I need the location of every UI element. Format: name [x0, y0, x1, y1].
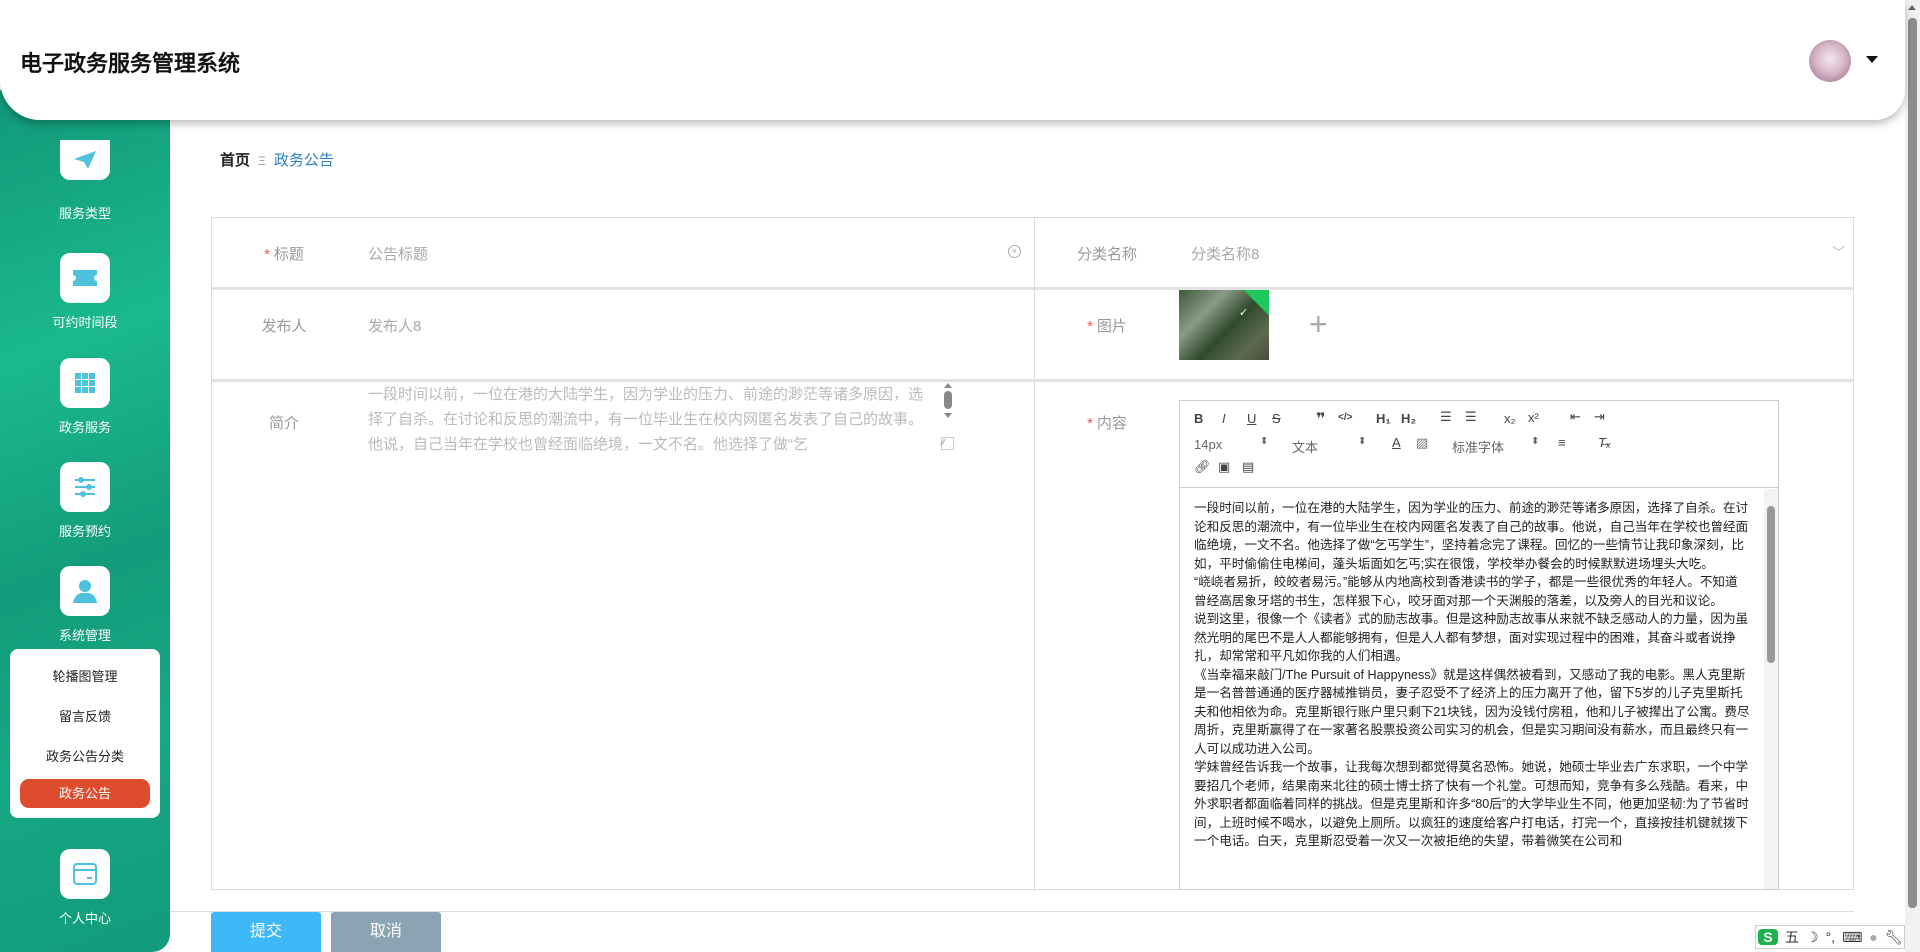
ime-toolbar: S 五 ☽ °, ⌨ ● 🔧︎	[1755, 925, 1905, 949]
ime-mode[interactable]: 五	[1785, 927, 1799, 947]
paragraph: “峣峣者易折，皎皎者易污。”能够从内地高校到香港读书的学子，都是一些很优秀的年轻…	[1194, 575, 1738, 608]
check-icon: ✓	[1239, 307, 1249, 319]
image-icon[interactable]: ▣	[1218, 459, 1230, 475]
wrench-icon[interactable]: 🔧︎	[1885, 929, 1903, 946]
sidebar-item-time-slots[interactable]: 可约时间段	[0, 312, 170, 331]
paper-plane-icon[interactable]	[60, 140, 110, 180]
system-submenu: 轮播图管理 留言反馈 政务公告分类 政务公告	[10, 649, 160, 818]
link-icon[interactable]: 🔗︎	[1194, 459, 1211, 475]
publisher-label: 发布人	[261, 318, 307, 335]
editor-content[interactable]: 一段时间以前，一位在港的大陆学生，因为学业的压力、前途的渺茫等诸多原因，选择了自…	[1180, 489, 1778, 889]
underline-icon[interactable]: U	[1247, 411, 1256, 426]
moon-icon[interactable]: ☽	[1806, 929, 1819, 946]
sidebar-item-system[interactable]: 系统管理	[0, 625, 170, 644]
submenu-notice-category[interactable]: 政务公告分类	[10, 746, 160, 765]
select-arrows-icon: ⬍	[1531, 436, 1540, 447]
sliders-icon[interactable]	[60, 462, 110, 512]
content-label: 内容	[1096, 415, 1127, 432]
title-label: 标题	[273, 246, 304, 263]
strike-icon[interactable]: S	[1272, 411, 1281, 426]
intro-label: 简介	[268, 415, 299, 432]
rich-text-editor: B I U S ❞ </> H₁ H₂ ☰ ☰ x₂ x² ⇤ ⇥ 14px ⬍…	[1179, 400, 1779, 890]
punctuation-icon[interactable]: °,	[1826, 929, 1836, 945]
cancel-button[interactable]: 取消	[331, 912, 441, 952]
ticket-icon[interactable]	[60, 253, 110, 303]
clear-format-icon[interactable]: T̶ₓ	[1598, 435, 1611, 450]
page-scrollbar[interactable]	[1905, 0, 1920, 952]
h2-icon[interactable]: H₂	[1401, 411, 1416, 426]
paragraph: 学妹曾经告诉我一个故事，让我每次想到都觉得莫名恐怖。她说，她硕士毕业去广东求职，…	[1194, 760, 1749, 848]
font-family-select[interactable]: 标准字体	[1452, 437, 1504, 456]
uploaded-image-thumbnail[interactable]: ✓	[1179, 290, 1269, 360]
intro-textarea[interactable]: 一段时间以前，一位在港的大陆学生，因为学业的压力、前途的渺茫等诸多原因，选择了自…	[368, 382, 928, 457]
ordered-list-icon[interactable]: ☰	[1440, 409, 1452, 425]
bullet-list-icon[interactable]: ☰	[1465, 409, 1477, 425]
submit-button[interactable]: 提交	[211, 912, 321, 952]
clear-icon[interactable]: ×	[1008, 245, 1021, 258]
user-icon[interactable]: ●	[1869, 929, 1877, 945]
app-title: 电子政务服务管理系统	[20, 51, 241, 76]
background-color-icon[interactable]: ▨	[1416, 435, 1428, 451]
select-arrows-icon: ⬍	[1358, 436, 1367, 447]
keyboard-icon[interactable]: ⌨	[1842, 929, 1862, 946]
image-label: 图片	[1096, 318, 1127, 335]
indent-icon[interactable]: ⇥	[1594, 409, 1605, 425]
breadcrumb-current: 政务公告	[273, 152, 334, 169]
subscript-icon[interactable]: x₂	[1504, 411, 1516, 426]
h1-icon[interactable]: H₁	[1376, 411, 1391, 426]
card-icon[interactable]	[60, 849, 110, 899]
add-image-plus-icon[interactable]: +	[1309, 306, 1328, 343]
top-header: 电子政务服务管理系统	[0, 0, 1905, 120]
textarea-scrollbar[interactable]	[942, 383, 954, 427]
superscript-icon[interactable]: x²	[1528, 410, 1539, 425]
resize-handle[interactable]: ⁄⁄	[941, 437, 954, 450]
sidebar: 服务类型 可约时间段 政务服务 服务预约 系统管理 轮播图管理 留言反馈 政务公…	[0, 90, 170, 952]
chevron-down-icon[interactable]: ﹀	[1832, 242, 1845, 261]
blockquote-icon[interactable]: ❞	[1316, 409, 1325, 429]
editor-scrollbar[interactable]	[1764, 489, 1778, 889]
sidebar-item-gov-services[interactable]: 政务服务	[0, 417, 170, 436]
breadcrumb-home[interactable]: 首页	[220, 152, 250, 169]
submenu-carousel[interactable]: 轮播图管理	[10, 666, 160, 685]
title-input[interactable]: 公告标题	[368, 243, 1018, 264]
select-arrows-icon: ⬍	[1260, 436, 1269, 447]
sidebar-item-profile[interactable]: 个人中心	[0, 908, 170, 927]
editor-toolbar: B I U S ❞ </> H₁ H₂ ☰ ☰ x₂ x² ⇤ ⇥ 14px ⬍…	[1180, 401, 1778, 488]
breadcrumb: 首页 Ξ 政务公告	[220, 149, 334, 170]
user-icon[interactable]	[60, 566, 110, 616]
align-icon[interactable]: ≡	[1558, 435, 1566, 450]
sogou-logo-icon[interactable]: S	[1758, 929, 1778, 945]
paragraph: 《当幸福来敲门/The Pursuit of Happyness》就是这样偶然被…	[1194, 667, 1750, 756]
submenu-notice[interactable]: 政务公告	[20, 779, 150, 808]
user-dropdown-caret-icon[interactable]	[1866, 56, 1878, 63]
font-size-select[interactable]: 14px	[1194, 437, 1222, 452]
italic-icon[interactable]: I	[1222, 411, 1226, 426]
block-format-select[interactable]: 文本	[1292, 437, 1318, 456]
breadcrumb-separator: Ξ	[258, 154, 266, 168]
outdent-icon[interactable]: ⇤	[1570, 409, 1581, 425]
bold-icon[interactable]: B	[1194, 411, 1203, 426]
notice-form: * 标题 公告标题 × 分类名称 分类名称8 ﹀ 发布人 发布人8 * 图片 ✓ +…	[211, 217, 1854, 891]
code-block-icon[interactable]: </>	[1338, 412, 1352, 423]
publisher-input[interactable]: 发布人8	[368, 315, 421, 336]
paragraph: 一段时间以前，一位在港的大陆学生，因为学业的压力、前途的渺茫等诸多原因，选择了自…	[1194, 501, 1749, 571]
sidebar-item-appointments[interactable]: 服务预约	[0, 521, 170, 540]
paragraph: 说到这里，很像一个《读者》式的励志故事。但是这种励志故事从来就不缺乏感动人的力量…	[1194, 612, 1749, 663]
font-color-icon[interactable]: A	[1392, 435, 1401, 450]
grid-icon[interactable]	[60, 358, 110, 408]
submenu-feedback[interactable]: 留言反馈	[10, 706, 160, 725]
category-label: 分类名称	[1076, 246, 1137, 263]
sidebar-item-service-type[interactable]: 服务类型	[0, 203, 170, 222]
video-icon[interactable]: ▤	[1242, 459, 1254, 475]
category-select[interactable]: 分类名称8	[1191, 243, 1259, 264]
avatar[interactable]	[1809, 40, 1851, 82]
